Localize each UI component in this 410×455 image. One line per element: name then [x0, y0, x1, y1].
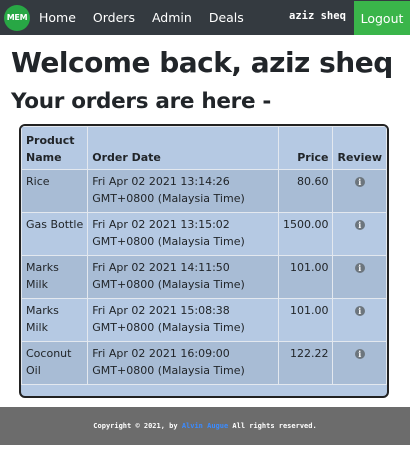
- order-date-cell: Fri Apr 02 2021 13:14:26 GMT+0800 (Malay…: [87, 169, 279, 213]
- page-title: Welcome back, aziz sheq: [11, 46, 393, 79]
- orders-table-container: Product Name Order Date Price Review Ric…: [19, 124, 389, 398]
- footer-author-link[interactable]: Alvin Augue: [182, 422, 228, 430]
- table-row: Marks Milk Fri Apr 02 2021 15:08:38 GMT+…: [21, 298, 387, 342]
- info-icon[interactable]: i: [354, 263, 365, 273]
- info-icon[interactable]: i: [354, 306, 365, 316]
- header-product-name: Product Name: [21, 126, 89, 170]
- table-header-row: Product Name Order Date Price Review: [21, 126, 387, 170]
- nav-admin-link[interactable]: Admin: [152, 10, 192, 25]
- order-date-cell: Fri Apr 02 2021 16:09:00 GMT+0800 (Malay…: [87, 341, 279, 385]
- table-row: Gas Bottle Fri Apr 02 2021 13:15:02 GMT+…: [21, 212, 387, 256]
- navbar: MEM Home Orders Admin Deals aziz sheq Lo…: [0, 0, 410, 35]
- info-icon[interactable]: i: [354, 349, 365, 359]
- price-cell: 1500.00: [277, 212, 334, 256]
- price-cell: 101.00: [277, 255, 334, 299]
- info-icon[interactable]: i: [354, 220, 365, 230]
- footer-copyright-prefix: Copyright © 2021, by: [93, 422, 178, 430]
- product-name-cell: Coconut Oil: [21, 341, 89, 385]
- logout-button[interactable]: Logout: [354, 1, 410, 35]
- footer: Copyright © 2021, by Alvin Augue All rig…: [0, 407, 410, 445]
- product-name-cell: Rice: [21, 169, 89, 213]
- product-name-cell: Gas Bottle: [21, 212, 89, 256]
- review-cell: i: [332, 255, 387, 299]
- price-cell: 122.22: [277, 341, 334, 385]
- header-price: Price: [277, 126, 334, 170]
- footer-copyright-suffix: All rights reserved.: [232, 422, 317, 430]
- product-name-cell: Marks Milk: [21, 255, 89, 299]
- table-row: Coconut Oil Fri Apr 02 2021 16:09:00 GMT…: [21, 341, 387, 385]
- table-row: Rice Fri Apr 02 2021 13:14:26 GMT+0800 (…: [21, 169, 387, 213]
- review-cell: i: [332, 341, 387, 385]
- review-cell: i: [332, 212, 387, 256]
- header-order-date: Order Date: [87, 126, 279, 170]
- table-row: Marks Milk Fri Apr 02 2021 14:11:50 GMT+…: [21, 255, 387, 299]
- order-date-cell: Fri Apr 02 2021 15:08:38 GMT+0800 (Malay…: [87, 298, 279, 342]
- product-name-cell: Marks Milk: [21, 298, 89, 342]
- orders-table: Product Name Order Date Price Review Ric…: [21, 126, 387, 385]
- review-cell: i: [332, 169, 387, 213]
- header-review: Review: [332, 126, 387, 170]
- nav-orders-link[interactable]: Orders: [93, 10, 135, 25]
- brand-logo[interactable]: MEM: [4, 4, 30, 31]
- order-date-cell: Fri Apr 02 2021 14:11:50 GMT+0800 (Malay…: [87, 255, 279, 299]
- order-date-cell: Fri Apr 02 2021 13:15:02 GMT+0800 (Malay…: [87, 212, 279, 256]
- price-cell: 101.00: [277, 298, 334, 342]
- orders-subtitle: Your orders are here -: [11, 89, 272, 114]
- nav-deals-link[interactable]: Deals: [209, 10, 244, 25]
- info-icon[interactable]: i: [354, 177, 365, 187]
- review-cell: i: [332, 298, 387, 342]
- current-user-name: aziz sheq: [289, 10, 346, 22]
- nav-home-link[interactable]: Home: [39, 10, 76, 25]
- price-cell: 80.60: [277, 169, 334, 213]
